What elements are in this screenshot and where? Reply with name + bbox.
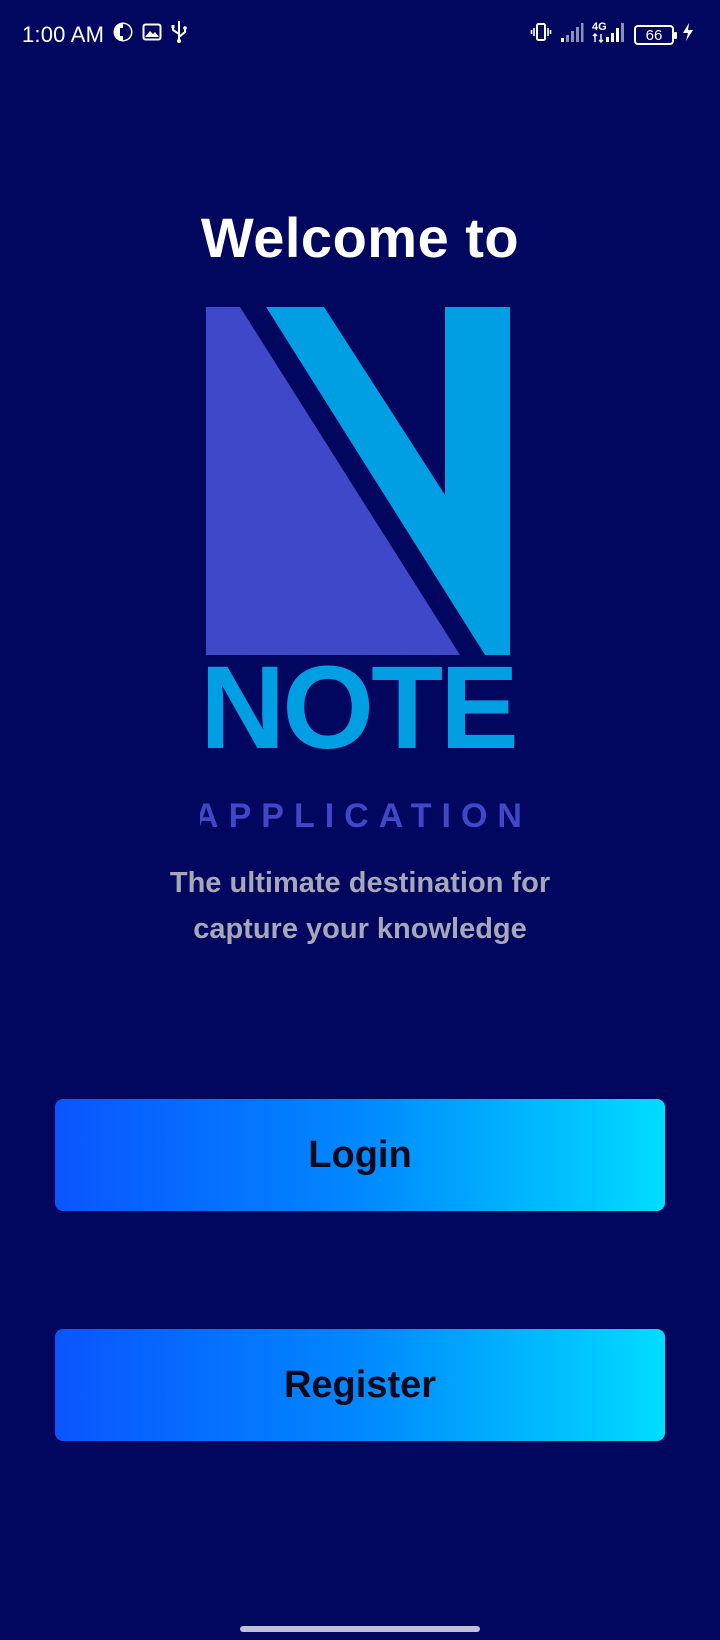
- status-right: 4G 66: [530, 20, 694, 50]
- n-monogram: [206, 307, 510, 655]
- tagline: The ultimate destination for capture you…: [0, 860, 720, 952]
- tagline-line-1: The ultimate destination for: [169, 867, 551, 899]
- status-left: 1:00 AM: [22, 20, 188, 50]
- home-indicator[interactable]: [240, 1626, 480, 1632]
- welcome-title: Welcome to: [200, 206, 520, 269]
- login-button[interactable]: Login: [55, 1099, 665, 1211]
- status-bar: 1:00 AM 4G 66: [0, 0, 720, 66]
- tagline-line-2: capture your knowledge: [193, 913, 527, 945]
- vibrate-icon: [530, 21, 552, 49]
- status-time: 1:00 AM: [22, 22, 105, 47]
- logo-subword: APPLICATION: [200, 797, 530, 835]
- charging-icon: [682, 22, 694, 48]
- welcome-screen: 1:00 AM 4G 66 Welcome to NOTE APPLICATIO…: [0, 0, 720, 1640]
- note-application-logo: NOTE APPLICATION: [200, 307, 530, 835]
- battery-level: 66: [645, 26, 663, 44]
- gallery-icon: [142, 22, 162, 48]
- battery-icon: 66: [634, 25, 677, 45]
- svg-text:4G: 4G: [592, 21, 607, 33]
- signal-icon: [560, 21, 584, 49]
- register-button[interactable]: Register: [55, 1329, 665, 1441]
- logo-word: NOTE: [200, 642, 516, 774]
- signal-4g-icon: 4G: [592, 20, 626, 50]
- usb-icon: [170, 20, 188, 50]
- data-saver-icon: [112, 21, 134, 49]
